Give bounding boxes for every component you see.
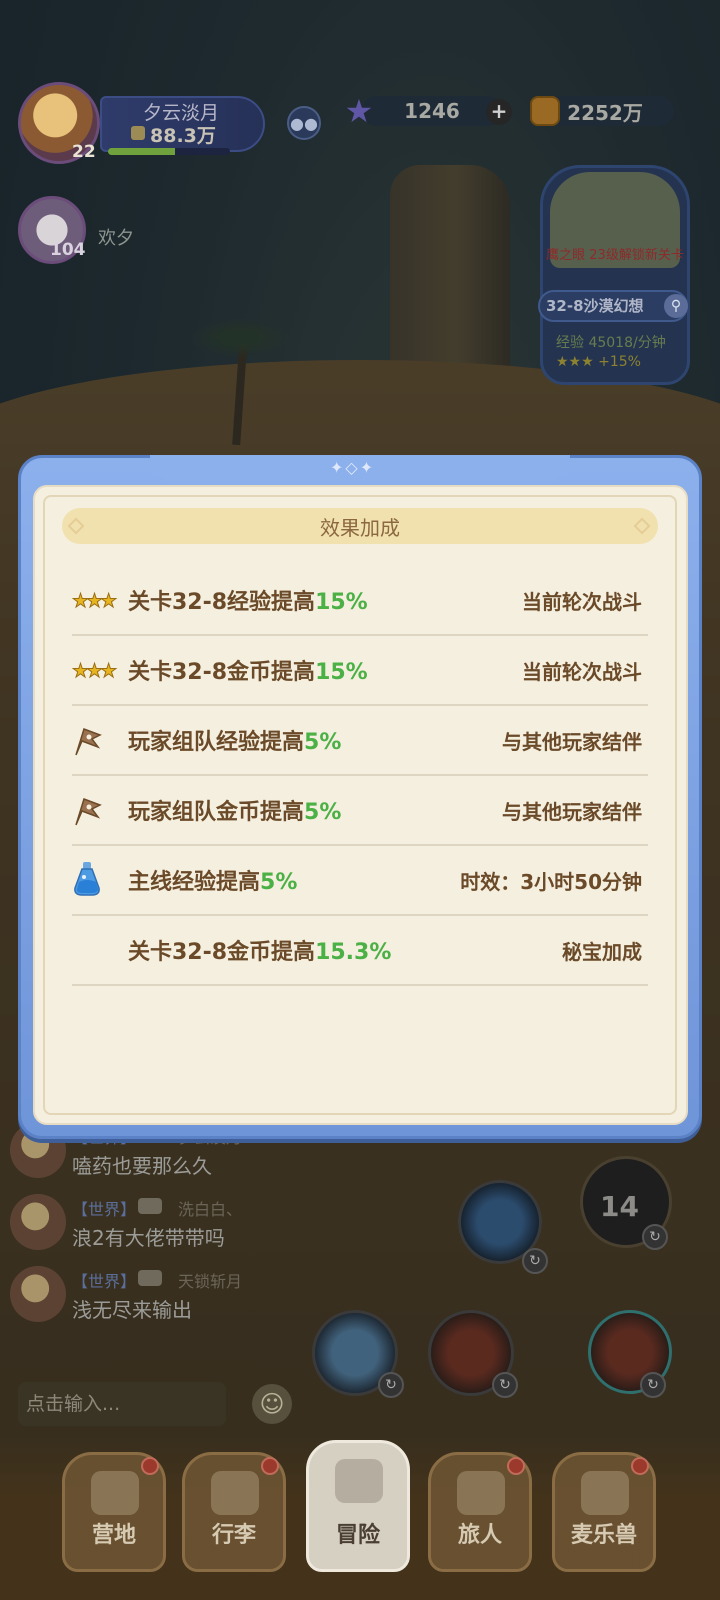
- search-icon[interactable]: ⚲: [664, 294, 688, 318]
- chat-badge-icon: [138, 1198, 162, 1214]
- three-stars-icon: ★★★: [71, 660, 117, 683]
- stage-unlock-notice: 鹰之眼 23级解锁新关卡: [546, 248, 684, 263]
- bonus-source: 与其他玩家结伴: [502, 730, 642, 754]
- skill-cooldown-count: 14: [600, 1190, 639, 1223]
- chat-message[interactable]: 【世界】 洗白白、 浪2有大佬带带吗: [10, 1194, 430, 1256]
- bonus-row: 玩家组队金币提高5% 与其他玩家结伴: [72, 776, 648, 846]
- bonus-row: ★★★ 关卡32-8金币提高15% 当前轮次战斗: [71, 636, 648, 706]
- refresh-icon: ↻: [640, 1372, 666, 1398]
- nav-travelers[interactable]: 旅人: [428, 1452, 532, 1572]
- bonus-row: ★★★ 关卡32-8经验提高15% 当前轮次战斗: [71, 566, 648, 636]
- modal-title: 效果加成: [320, 515, 400, 540]
- player-level: 22: [72, 142, 96, 162]
- bonus-source: 时效：3小时50分钟: [460, 870, 642, 894]
- pet-icon: [581, 1471, 629, 1515]
- chat-text: 浪2有大佬带带吗: [72, 1226, 225, 1250]
- partner-level: 104: [50, 240, 86, 260]
- bonus-percent: 5%: [304, 730, 342, 755]
- three-stars-icon: ★★★: [556, 354, 594, 370]
- bonus-source: 秘宝加成: [562, 940, 642, 964]
- bonus-row: 关卡32-8金币提高15.3% 秘宝加成: [72, 916, 648, 986]
- coins-count: 2252万: [567, 100, 643, 125]
- modal-title-band: 效果加成: [62, 508, 658, 544]
- bonus-label: 关卡32-8金币提高15.3%: [128, 940, 392, 965]
- chest-icon: [211, 1471, 259, 1515]
- chat-avatar: [10, 1266, 66, 1322]
- nav-camp[interactable]: 营地: [62, 1452, 166, 1572]
- nav-luggage[interactable]: 行李: [182, 1452, 286, 1572]
- refresh-icon: ↻: [642, 1224, 668, 1250]
- partner-name: 欢夕: [98, 228, 134, 249]
- bonus-percent: 15%: [315, 660, 368, 685]
- emoji-button[interactable]: ☺: [252, 1384, 292, 1424]
- team-icon: ●●: [290, 113, 318, 133]
- bonus-percent: 15%: [315, 590, 368, 615]
- stage-name-label: 32-8沙漠幻想: [546, 297, 644, 315]
- stage-exp-rate: 经验 45018/分钟: [556, 335, 666, 351]
- nav-label: 行李: [211, 1523, 256, 1548]
- star-currency-icon: ★: [344, 92, 374, 130]
- bonus-source: 与其他玩家结伴: [502, 800, 642, 824]
- bonus-label: 玩家组队金币提高5%: [128, 800, 342, 825]
- player-xp-bar: [108, 148, 230, 155]
- bonus-percent: 5%: [304, 800, 342, 825]
- team-button[interactable]: ●●: [287, 106, 321, 140]
- chat-channel: 【世界】: [72, 1200, 137, 1219]
- nav-adventure[interactable]: 冒险: [306, 1440, 410, 1572]
- add-stars-button[interactable]: +: [486, 99, 512, 125]
- chat-sender: 天锁斩月: [178, 1272, 243, 1291]
- bonus-label: 主线经验提高5%: [128, 870, 298, 895]
- power-icon: [131, 126, 145, 140]
- chat-text: 嗑药也要那么久: [72, 1154, 212, 1178]
- refresh-icon: ↻: [522, 1248, 548, 1274]
- coin-icon: [530, 96, 560, 126]
- bonus-source: 当前轮次战斗: [522, 590, 642, 614]
- castle-icon: [91, 1471, 139, 1515]
- team-flag-icon: [72, 796, 126, 826]
- team-flag-icon: [72, 726, 126, 756]
- traveler-icon: [457, 1471, 505, 1515]
- stars-resource: 1246: [362, 96, 502, 126]
- notification-dot: [631, 1457, 649, 1475]
- chat-sender: 洗白白、: [178, 1200, 243, 1219]
- stage-bonus: +15%: [598, 354, 641, 370]
- nav-label: 营地: [91, 1523, 136, 1548]
- crossed-swords-icon: [335, 1459, 383, 1503]
- chat-text: 浅无尽来输出: [72, 1298, 192, 1322]
- chat-channel: 【世界】: [72, 1272, 137, 1291]
- notification-dot: [261, 1457, 279, 1475]
- refresh-icon: ↻: [378, 1372, 404, 1398]
- bonus-percent: 15.3%: [315, 940, 392, 965]
- nav-label: 冒险: [335, 1523, 380, 1548]
- bonus-label: 关卡32-8经验提高15%: [128, 590, 368, 615]
- bonus-percent: 5%: [260, 870, 298, 895]
- nav-label: 旅人: [457, 1523, 502, 1548]
- bonus-label: 关卡32-8金币提高15%: [128, 660, 368, 685]
- notification-dot: [507, 1457, 525, 1475]
- bonus-label: 玩家组队经验提高5%: [128, 730, 342, 755]
- refresh-icon: ↻: [492, 1372, 518, 1398]
- bonus-source: 当前轮次战斗: [522, 660, 642, 684]
- potion-icon: [72, 862, 126, 896]
- nav-label: 麦乐兽: [570, 1523, 637, 1548]
- chat-badge-icon: [138, 1270, 162, 1286]
- three-stars-icon: ★★★: [71, 590, 117, 613]
- chat-avatar: [10, 1194, 66, 1250]
- bonus-row: 玩家组队经验提高5% 与其他玩家结伴: [72, 706, 648, 776]
- player-power: 88.3万: [150, 125, 216, 147]
- chat-input[interactable]: 点击输入...: [18, 1382, 226, 1426]
- notification-dot: [141, 1457, 159, 1475]
- nav-pets[interactable]: 麦乐兽: [552, 1452, 656, 1572]
- smiley-icon: ☺: [259, 1390, 285, 1418]
- player-xp-fill: [108, 148, 176, 155]
- stars-count: 1246: [404, 99, 460, 123]
- bonus-row: 主线经验提高5% 时效：3小时50分钟: [72, 846, 648, 916]
- stage-stars: ★★★ +15%: [556, 354, 641, 370]
- modal-ornament-icon: ✦◇✦: [330, 458, 376, 477]
